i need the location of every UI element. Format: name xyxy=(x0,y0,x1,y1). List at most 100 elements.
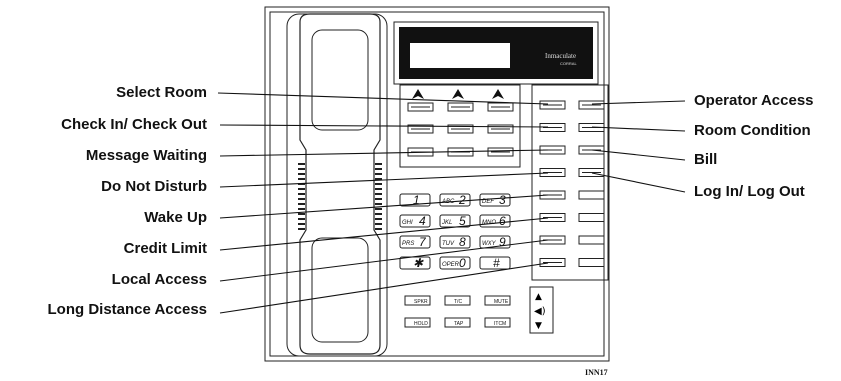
callout-label: Credit Limit xyxy=(124,240,207,257)
leader-line xyxy=(219,172,549,188)
room-key[interactable] xyxy=(447,102,474,112)
feature-key[interactable] xyxy=(578,145,605,155)
grille-slit xyxy=(298,208,305,210)
feature-key[interactable] xyxy=(578,258,605,267)
dial-key-digit: # xyxy=(493,256,500,270)
function-key-spkr[interactable]: SPKR xyxy=(404,295,431,306)
dial-key-digit: 0 xyxy=(459,256,466,270)
callout-label: Operator Access xyxy=(694,92,814,109)
grille-slit xyxy=(375,183,382,185)
grille-slit xyxy=(375,188,382,190)
callout-left-4: Do Not Disturb xyxy=(101,172,549,195)
feature-panel xyxy=(531,84,609,281)
lcd-display: Inmaculate CORRAL xyxy=(393,21,599,85)
dial-key-digit: 2 xyxy=(458,193,466,207)
function-key-label: T/C xyxy=(454,299,462,305)
room-arrows xyxy=(412,89,504,99)
grille-slit xyxy=(298,193,305,195)
volume-down-icon[interactable]: ▼ xyxy=(535,321,542,331)
select-arrow-icon xyxy=(492,89,504,99)
feature-key[interactable] xyxy=(539,213,566,222)
right-callouts: Operator Access Room Condition Bill Log In/… xyxy=(591,92,814,200)
feature-key[interactable] xyxy=(578,235,605,245)
feature-key[interactable] xyxy=(578,100,605,110)
display-window xyxy=(410,43,510,68)
dial-key-letters: OPER xyxy=(442,262,460,268)
grille-slit xyxy=(375,193,382,195)
callout-label: Select Room xyxy=(116,84,207,101)
callout-label: Long Distance Access xyxy=(48,301,208,318)
callout-right-1: Operator Access xyxy=(591,92,814,109)
dial-key-digit: 9 xyxy=(499,235,506,249)
grille-slit xyxy=(375,228,382,230)
dial-key-letters: PRS xyxy=(402,241,414,247)
function-key-mute[interactable]: MUTE xyxy=(484,295,511,306)
dial-key-letters: GHI xyxy=(402,220,413,226)
display-brand-sub: CORRAL xyxy=(560,61,577,66)
dial-key-7[interactable]: PRS 7 xyxy=(399,235,431,249)
function-key-tap[interactable]: TAP xyxy=(444,317,471,328)
feature-key[interactable] xyxy=(578,213,605,222)
dial-key-letters: WXY xyxy=(482,241,497,247)
callout-label: Do Not Disturb xyxy=(101,178,207,195)
dial-key-11[interactable]: OPER 0 xyxy=(439,256,471,270)
grille-slit xyxy=(298,188,305,190)
grille-slit xyxy=(298,223,305,225)
dial-key-8[interactable]: TUV 8 xyxy=(439,235,471,249)
grille-slit xyxy=(375,203,382,205)
grille-slit xyxy=(375,218,382,220)
volume-up-icon[interactable]: ▲ xyxy=(535,292,542,302)
callout-label: Wake Up xyxy=(144,209,207,226)
function-key-label: MUTE xyxy=(494,299,509,305)
grille-slit xyxy=(298,228,305,230)
callout-right-3: Bill xyxy=(591,149,717,168)
feature-key[interactable] xyxy=(539,258,566,267)
grille-slit xyxy=(298,168,305,170)
dial-key-digit: 3 xyxy=(499,193,506,207)
dial-key-digit: 6 xyxy=(499,214,506,228)
dial-key-digit: 8 xyxy=(459,235,466,249)
leader-line xyxy=(591,149,686,161)
dial-key-letters: JKL xyxy=(441,220,452,226)
feature-key[interactable] xyxy=(539,100,566,110)
function-key-label: ITCM xyxy=(494,321,506,327)
handset-grip xyxy=(311,29,369,131)
grille-slit xyxy=(375,223,382,225)
display-brand: Inmaculate xyxy=(545,52,576,60)
dial-key-2[interactable]: ABC2 xyxy=(439,193,471,207)
dial-key-4[interactable]: GHI 4 xyxy=(399,214,431,228)
dial-key-6[interactable]: MNO 6 xyxy=(479,214,511,228)
function-keys: SPKR T/C MUTE HOLD TAP ITCM xyxy=(404,295,511,328)
grille-slit xyxy=(375,163,382,165)
dial-key-digit: 4 xyxy=(419,214,426,228)
dial-key-12[interactable]: # xyxy=(479,256,511,270)
grille-slit xyxy=(298,213,305,215)
grille-slit xyxy=(375,198,382,200)
function-key-tc[interactable]: T/C xyxy=(444,295,471,306)
room-key[interactable] xyxy=(407,102,434,112)
handset-grip-lower xyxy=(311,237,369,343)
leader-line xyxy=(591,100,686,105)
grille-slit xyxy=(298,203,305,205)
grille-slit xyxy=(298,163,305,165)
callout-left-2: Check In/ Check Out xyxy=(61,116,549,133)
volume-control[interactable]: ▲ ◀) ▼ xyxy=(529,286,554,334)
dial-key-letters: TUV xyxy=(442,241,455,247)
leader-line xyxy=(591,172,686,193)
function-key-hold[interactable]: HOLD xyxy=(404,317,431,328)
room-key[interactable] xyxy=(487,102,514,112)
select-arrow-icon xyxy=(452,89,464,99)
function-key-label: TAP xyxy=(454,321,464,327)
grille-slit xyxy=(298,218,305,220)
callout-left-1: Select Room xyxy=(116,84,549,105)
callout-label: Log In/ Log Out xyxy=(694,183,805,200)
feature-key[interactable] xyxy=(578,190,605,200)
room-key[interactable] xyxy=(487,147,514,157)
callout-right-4: Log In/ Log Out xyxy=(591,172,805,200)
function-key-label: SPKR xyxy=(414,299,428,305)
left-callouts: Select Room Check In/ Check Out Message Wa… xyxy=(48,84,549,318)
function-key-itcm[interactable]: ITCM xyxy=(484,317,511,328)
feature-key[interactable] xyxy=(539,168,566,177)
feature-key[interactable] xyxy=(578,168,605,177)
grille-slit xyxy=(375,208,382,210)
